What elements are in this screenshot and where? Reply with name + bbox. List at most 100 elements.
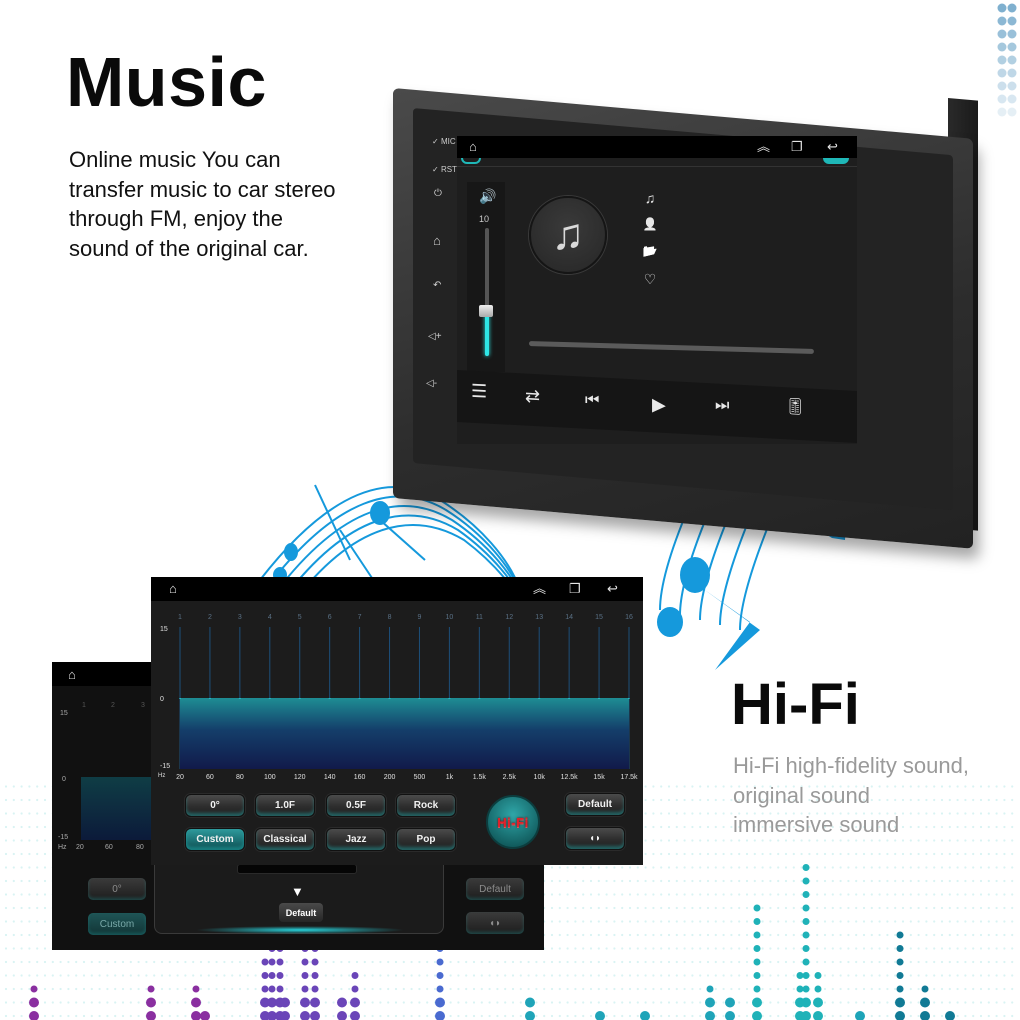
eq-frequency-label: 20: [176, 774, 184, 781]
eq-band-value: [208, 698, 211, 699]
hidden-tab-left: [461, 158, 481, 164]
playlist-button[interactable]: ☰: [471, 381, 487, 402]
nav-back-icon[interactable]: ↩: [827, 139, 838, 155]
track-info-icons: ♫ 👤 📂 ♡: [640, 190, 660, 298]
back-preset-custom[interactable]: Custom: [88, 913, 146, 935]
back-nav-home-icon[interactable]: ⌂: [68, 667, 76, 682]
preset-button-rock[interactable]: Rock: [396, 794, 456, 817]
next-button[interactable]: ⏭: [715, 396, 729, 417]
equalizer-dot: [261, 985, 269, 993]
equalizer-dot: [337, 997, 347, 1008]
android-nav-bar: ⌂ ︽ ❐ ↩: [457, 136, 857, 158]
eq-band-number: 3: [238, 614, 242, 621]
preset-button-1-0f[interactable]: 1.0F: [255, 794, 315, 817]
eq-band-number: 12: [505, 614, 513, 621]
eq-nav-back-icon[interactable]: ↩: [607, 581, 618, 597]
mic-label: ✓ MIC: [432, 137, 456, 146]
equalizer-dot: [802, 918, 810, 925]
equalizer-dot: [855, 1011, 865, 1020]
equalizer-dot: [896, 985, 904, 993]
favorite-icon[interactable]: ♡: [640, 271, 660, 298]
equalizer-dot: [796, 972, 804, 979]
hifi-description: Hi-Fi high-fidelity sound, original soun…: [733, 753, 969, 837]
hardware-side-buttons: ✓ MIC ✓ RST ⏻ ⌂ ↶ ◁+ ◁-: [426, 135, 458, 395]
power-icon[interactable]: ⏻: [434, 188, 442, 199]
hifi-toggle-button[interactable]: Hi-Fi: [486, 795, 540, 849]
volume-up-icon[interactable]: ◁+: [428, 331, 442, 342]
equalizer-dot: [146, 997, 156, 1008]
equalizer-dot: [311, 958, 319, 966]
equalizer-dot: [945, 1011, 955, 1020]
equalizer-dot: [802, 891, 810, 898]
equalizer-dot: [753, 972, 761, 979]
eq-balance-button[interactable]: ◖◗: [565, 827, 625, 850]
back-preset-zero[interactable]: 0°: [88, 878, 146, 900]
equalizer-dot: [813, 997, 823, 1008]
equalizer-dot: [640, 1011, 650, 1020]
equalizer-dot: [311, 985, 319, 993]
preset-button-0-[interactable]: 0°: [185, 794, 245, 817]
equalizer-dot: [300, 1011, 310, 1020]
track-progress-bar[interactable]: [528, 341, 814, 354]
equalizer-dot: [896, 958, 904, 966]
preset-button-pop[interactable]: Pop: [396, 828, 456, 851]
home-icon[interactable]: ⌂: [433, 233, 441, 248]
preset-button-classical[interactable]: Classical: [255, 828, 315, 851]
reset-button[interactable]: ✓ RST: [432, 165, 457, 174]
equalizer-dot: [525, 997, 535, 1008]
play-button[interactable]: ▶: [652, 394, 666, 415]
preset-button-custom[interactable]: Custom: [185, 828, 245, 851]
equalizer-dot: [896, 945, 904, 952]
eq-x-unit: Hz: [158, 773, 165, 779]
preset-button-jazz[interactable]: Jazz: [326, 828, 386, 851]
equalizer-button[interactable]: 🎚: [785, 397, 805, 418]
back-default-button[interactable]: Default: [466, 878, 524, 900]
volume-slider-thumb[interactable]: [479, 305, 493, 318]
equalizer-dot: [920, 997, 930, 1008]
back-band-label: 3: [141, 702, 145, 709]
eq-band-number: 8: [388, 614, 392, 621]
folder-icon: 📂: [642, 244, 658, 258]
equalizer-dot: [436, 958, 444, 966]
preset-button-0-5f[interactable]: 0.5F: [326, 794, 386, 817]
hifi-heading: Hi-Fi: [731, 672, 860, 737]
equalizer-dot: [301, 972, 309, 979]
equalizer-dot: [301, 985, 309, 993]
repeat-button[interactable]: ⇄: [525, 386, 540, 407]
nav-collapse-icon[interactable]: ︽: [757, 139, 770, 155]
nav-recents-icon[interactable]: ❐: [791, 139, 803, 155]
eq-band-value: [388, 698, 391, 699]
equalizer-dot: [276, 972, 284, 979]
dropdown-glow: [195, 926, 405, 934]
eq-band-value: [328, 698, 331, 699]
eq-band-number: 11: [476, 614, 483, 621]
back-band-label: 1: [82, 702, 86, 709]
eq-band-number: 1: [178, 614, 182, 621]
eq-band-number: 10: [446, 614, 454, 621]
equalizer-dot: [725, 1011, 735, 1020]
eq-y-tick: 0: [160, 696, 164, 703]
back-balance-button[interactable]: ◖◗: [466, 912, 524, 934]
eq-band-value: [598, 698, 601, 699]
eq-band-number: 14: [565, 614, 573, 621]
equalizer-dot: [280, 997, 290, 1008]
eq-default-button[interactable]: Default: [565, 793, 625, 816]
equalizer-dot: [301, 958, 309, 966]
dropdown-arrow-icon[interactable]: ▼: [291, 884, 304, 899]
eq-frequency-label: 12.5k: [561, 774, 579, 781]
previous-button[interactable]: ⏮: [585, 391, 599, 412]
equalizer-dot: [29, 1011, 39, 1020]
volume-down-icon[interactable]: ◁-: [426, 378, 437, 389]
eq-frequency-label: 100: [264, 774, 276, 781]
back-x-unit: Hz: [58, 844, 67, 851]
equalizer-dot: [802, 945, 810, 952]
dropdown-default-button[interactable]: Default: [279, 903, 323, 922]
eq-nav-home-icon[interactable]: ⌂: [169, 581, 177, 597]
nav-home-icon[interactable]: ⌂: [469, 139, 477, 155]
eq-frequency-label: 60: [206, 774, 214, 781]
equalizer-dot: [802, 972, 810, 979]
equalizer-dot: [192, 985, 200, 993]
eq-nav-recents-icon[interactable]: ❐: [569, 581, 581, 597]
back-icon[interactable]: ↶: [433, 280, 441, 291]
eq-nav-collapse-icon[interactable]: ︽: [533, 581, 546, 597]
